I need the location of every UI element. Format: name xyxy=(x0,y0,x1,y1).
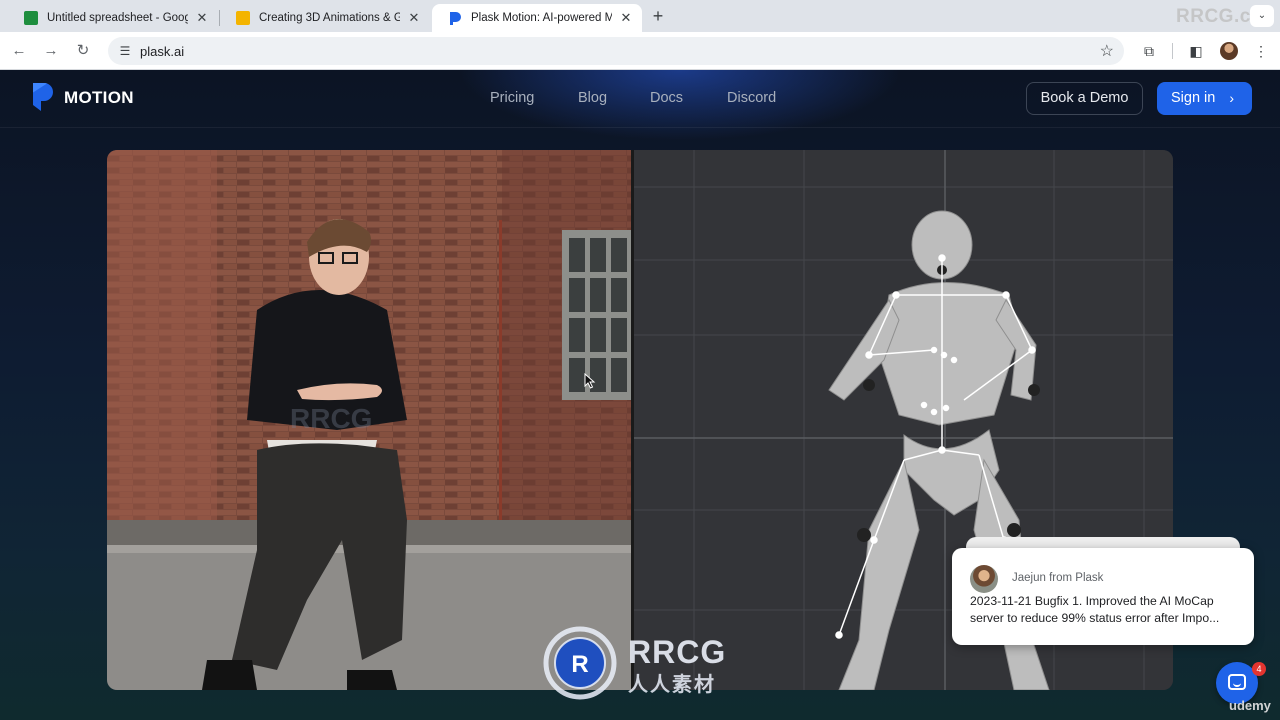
toolbar-divider xyxy=(1172,43,1173,59)
rrcg-watermark: R RRCG 人人素材 xyxy=(540,626,740,700)
profile-avatar[interactable] xyxy=(1220,42,1238,60)
unread-badge: 4 xyxy=(1252,662,1266,676)
chat-message-line: server to reduce 99% status error after … xyxy=(970,611,1220,625)
tab-title: Untitled spreadsheet - Google Sheets xyxy=(47,12,188,24)
tab-creating-3d-animations[interactable]: Creating 3D Animations & Games ✕ xyxy=(220,4,430,32)
bookmark-star-icon[interactable]: ☆ xyxy=(1100,41,1114,61)
slides-favicon-icon xyxy=(236,11,250,25)
sign-in-label: Sign in xyxy=(1171,90,1216,106)
address-bar[interactable]: ☰ plask.ai ☆ xyxy=(108,37,1124,65)
back-arrow-icon[interactable]: ← xyxy=(8,40,30,62)
tab-title: Plask Motion: AI-powered Mocap xyxy=(471,12,612,24)
watermark-brand-cn: 人人素材 xyxy=(628,674,716,696)
site-header: MOTION Pricing Blog Docs Discord Book a … xyxy=(0,70,1280,128)
browser-tab-strip: Untitled spreadsheet - Google Sheets ✕ C… xyxy=(0,0,1280,32)
rrcg-logo-icon: R xyxy=(543,626,617,700)
chat-message-popup[interactable]: Jaejun from Plask 2023-11-21 Bugfix 1. I… xyxy=(952,548,1254,645)
chat-message-line: 2023-11-21 Bugfix 1. Improved the AI MoC… xyxy=(970,594,1214,608)
watermark-brand: RRCG xyxy=(628,634,727,670)
tab-google-sheets[interactable]: Untitled spreadsheet - Google Sheets ✕ xyxy=(8,4,218,32)
chat-sender: Jaejun from Plask xyxy=(1012,572,1104,584)
url-text[interactable]: plask.ai xyxy=(140,44,184,59)
reload-icon[interactable]: ↻ xyxy=(72,40,94,62)
nav-blog-link[interactable]: Blog xyxy=(578,90,607,106)
sender-avatar xyxy=(970,565,998,593)
sheets-favicon-icon xyxy=(24,11,38,25)
more-menu-icon[interactable]: ⋮ xyxy=(1250,40,1272,62)
close-icon[interactable]: ✕ xyxy=(406,10,422,26)
chevron-right-icon: › xyxy=(1229,90,1234,106)
udemy-watermark: udemy xyxy=(1229,698,1271,713)
logo-text[interactable]: MOTION xyxy=(64,88,134,108)
browser-toolbar: ← → ↻ ☰ plask.ai ☆ ⧉ ◧ ⋮ xyxy=(0,32,1280,70)
plask-favicon-icon xyxy=(450,12,461,25)
faint-watermark: RRCG xyxy=(290,403,373,434)
mouse-cursor-icon xyxy=(584,373,596,389)
tab-title: Creating 3D Animations & Games xyxy=(259,12,400,24)
svg-text:R: R xyxy=(571,651,588,678)
nav-docs-link[interactable]: Docs xyxy=(650,90,683,106)
sign-in-button[interactable]: Sign in › xyxy=(1157,82,1252,115)
book-demo-button[interactable]: Book a Demo xyxy=(1026,82,1143,115)
chat-bubble-icon xyxy=(1228,674,1246,690)
forward-arrow-icon[interactable]: → xyxy=(40,40,62,62)
nav-pricing-link[interactable]: Pricing xyxy=(490,90,534,106)
extensions-puzzle-icon[interactable]: ⧉ xyxy=(1138,40,1160,62)
chat-message-text: 2023-11-21 Bugfix 1. Improved the AI MoC… xyxy=(970,593,1242,627)
plask-logo-icon[interactable] xyxy=(33,83,55,111)
close-icon[interactable]: ✕ xyxy=(194,10,210,26)
close-icon[interactable]: ✕ xyxy=(618,10,634,26)
nav-discord-link[interactable]: Discord xyxy=(727,90,776,106)
tab-search-chevron-icon[interactable]: ⌄ xyxy=(1250,5,1274,27)
tab-plask-motion[interactable]: Plask Motion: AI-powered Mocap ✕ xyxy=(432,4,642,32)
side-panel-icon[interactable]: ◧ xyxy=(1185,40,1207,62)
site-settings-icon[interactable]: ☰ xyxy=(116,42,134,60)
new-tab-button[interactable]: + xyxy=(648,6,668,26)
